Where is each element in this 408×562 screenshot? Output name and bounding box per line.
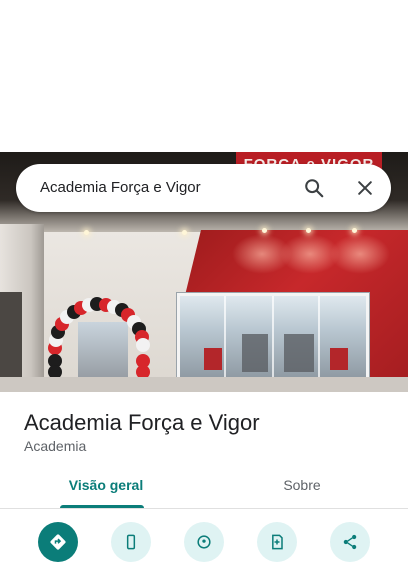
tab-divider bbox=[0, 508, 408, 509]
close-icon-glyph bbox=[358, 181, 372, 195]
window-mullion bbox=[224, 296, 226, 380]
tab-about[interactable]: Sobre bbox=[246, 468, 358, 508]
blank-area bbox=[0, 0, 408, 152]
window-red-equipment bbox=[330, 348, 348, 370]
phone-icon bbox=[126, 534, 136, 550]
save-button[interactable] bbox=[257, 522, 297, 562]
nearby-button[interactable] bbox=[184, 522, 224, 562]
photo-ceiling-light bbox=[262, 228, 267, 233]
save-icon bbox=[272, 534, 283, 550]
close-icon[interactable] bbox=[349, 172, 381, 204]
photo-balloon-arch bbox=[44, 274, 154, 392]
search-icon[interactable] bbox=[298, 172, 330, 204]
photo-glass-window bbox=[177, 293, 369, 383]
search-bar[interactable]: Academia Força e Vigor bbox=[16, 164, 391, 212]
directions-button[interactable] bbox=[38, 522, 78, 562]
window-red-equipment bbox=[204, 348, 222, 370]
window-equipment bbox=[284, 334, 314, 372]
window-mullion bbox=[318, 296, 320, 380]
call-button[interactable] bbox=[111, 522, 151, 562]
share-button[interactable] bbox=[330, 522, 370, 562]
photo-floor bbox=[0, 377, 408, 392]
place-title: Academia Força e Vigor bbox=[24, 410, 260, 435]
photo-spotlight bbox=[330, 234, 390, 274]
photo-ceiling-light bbox=[352, 228, 357, 233]
window-mullion bbox=[272, 296, 274, 380]
search-input[interactable]: Academia Força e Vigor bbox=[40, 164, 201, 212]
photo-ceiling-light bbox=[84, 230, 89, 235]
photo-ceiling-light bbox=[182, 230, 187, 235]
search-icon-glyph bbox=[305, 179, 324, 198]
location-icon bbox=[197, 535, 211, 549]
share-icon bbox=[343, 534, 357, 550]
window-equipment bbox=[242, 334, 268, 372]
photo-ceiling-light bbox=[306, 228, 311, 233]
tab-overview[interactable]: Visão geral bbox=[50, 468, 162, 508]
balloon bbox=[135, 337, 150, 352]
directions-icon bbox=[50, 534, 66, 550]
place-category[interactable]: Academia bbox=[24, 438, 86, 454]
